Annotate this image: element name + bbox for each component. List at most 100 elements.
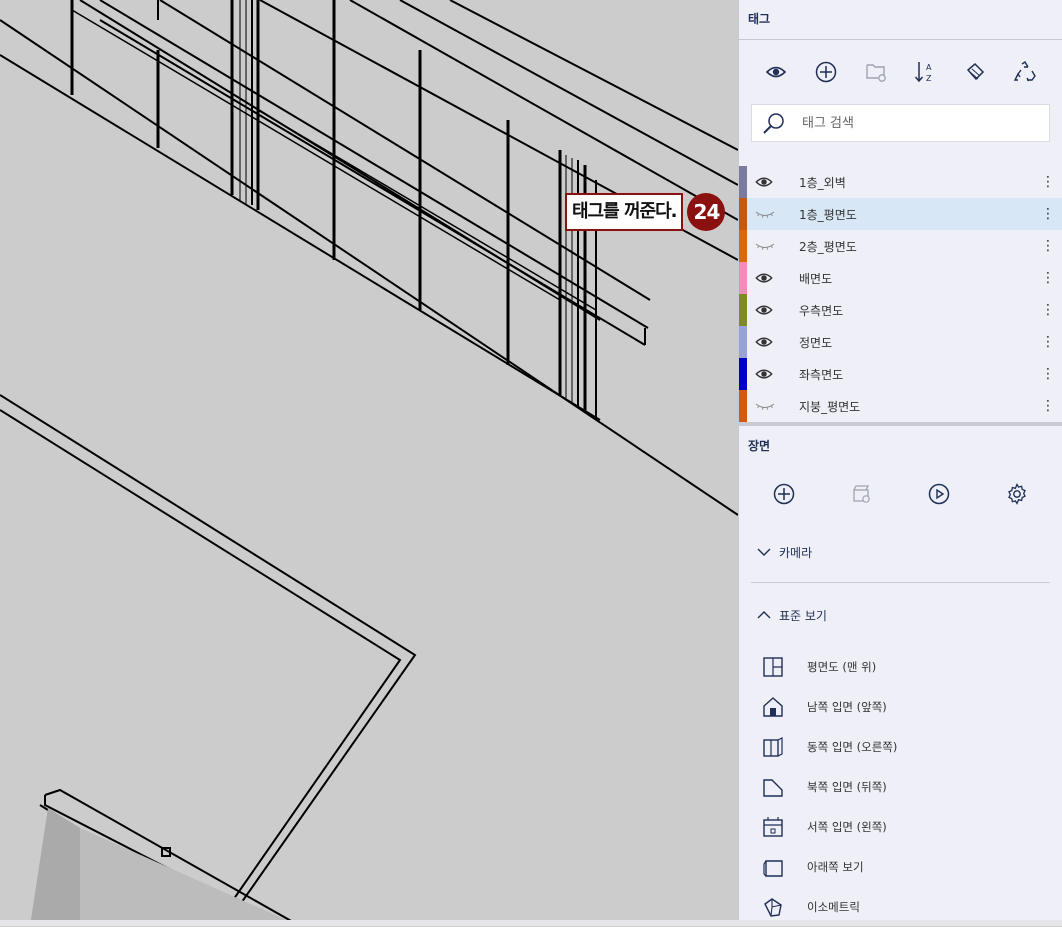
tag-search-box[interactable] bbox=[751, 104, 1050, 142]
tag-more-button[interactable]: ⋮ bbox=[1038, 398, 1058, 414]
tag-label: 지붕_평면도 bbox=[799, 399, 861, 414]
tag-visibility-toggle[interactable] bbox=[755, 336, 781, 348]
visibility-toggle-button[interactable] bbox=[762, 58, 790, 86]
group-divider bbox=[751, 582, 1050, 583]
tag-label: 정면도 bbox=[799, 335, 833, 350]
tag-color-swatch[interactable] bbox=[739, 230, 747, 262]
standard-view-item[interactable]: 아래쪽 보기 bbox=[739, 847, 1062, 887]
tag-label: 배면도 bbox=[799, 271, 833, 286]
standard-view-label: 평면도 (맨 위) bbox=[807, 660, 877, 674]
standard-view-item[interactable]: 서쪽 입면 (왼쪽) bbox=[739, 807, 1062, 847]
3d-viewport[interactable]: 태그를 꺼준다. 24 bbox=[0, 0, 738, 926]
chevron-up-icon bbox=[757, 611, 771, 619]
standard-views-list: 평면도 (맨 위) 남쪽 입면 (앞쪽) 동쪽 입면 (오른쪽) 북쪽 입면 (뒤쪽)… bbox=[739, 647, 1062, 927]
paint-bucket-icon bbox=[967, 62, 985, 81]
tag-more-button[interactable]: ⋮ bbox=[1038, 238, 1058, 254]
tag-color-swatch[interactable] bbox=[739, 198, 747, 230]
standard-view-item[interactable]: 남쪽 입면 (앞쪽) bbox=[739, 687, 1062, 727]
standard-view-item[interactable]: 평면도 (맨 위) bbox=[739, 647, 1062, 687]
eye-closed-icon bbox=[755, 243, 775, 250]
standard-view-label: 서쪽 입면 (왼쪽) bbox=[807, 820, 887, 834]
eye-closed-icon bbox=[755, 211, 775, 218]
search-icon bbox=[763, 113, 784, 134]
plus-circle-icon bbox=[773, 483, 795, 505]
tag-more-button[interactable]: ⋮ bbox=[1038, 366, 1058, 382]
tag-color-swatch[interactable] bbox=[739, 294, 747, 326]
camera-group-toggle[interactable]: 카메라 bbox=[739, 534, 1062, 570]
tag-visibility-toggle[interactable] bbox=[755, 401, 781, 411]
eye-icon bbox=[755, 337, 773, 347]
tag-color-swatch[interactable] bbox=[739, 262, 747, 294]
tag-row[interactable]: 정면도 ⋮ bbox=[739, 326, 1062, 358]
tag-search-input[interactable] bbox=[800, 114, 1034, 132]
sort-button[interactable]: AZ bbox=[911, 58, 939, 86]
eye-icon bbox=[755, 369, 773, 379]
add-tag-button[interactable] bbox=[812, 58, 840, 86]
model-drawing bbox=[0, 0, 738, 926]
west-elevation-icon bbox=[761, 815, 785, 839]
add-folder-button[interactable] bbox=[862, 58, 890, 86]
standard-views-group-label: 표준 보기 bbox=[779, 608, 827, 623]
tag-visibility-toggle[interactable] bbox=[755, 241, 781, 251]
standard-view-label: 남쪽 입면 (앞쪽) bbox=[807, 700, 887, 714]
tag-visibility-toggle[interactable] bbox=[755, 209, 781, 219]
purge-tags-button[interactable] bbox=[1011, 58, 1039, 86]
tag-more-button[interactable]: ⋮ bbox=[1038, 270, 1058, 286]
standard-view-label: 아래쪽 보기 bbox=[807, 860, 864, 874]
tag-row[interactable]: 지붕_평면도 ⋮ bbox=[739, 390, 1062, 422]
update-scene-button[interactable] bbox=[848, 480, 876, 508]
standard-view-label: 북쪽 입면 (뒤쪽) bbox=[807, 780, 887, 794]
tag-label: 좌측면도 bbox=[799, 367, 844, 382]
tag-label: 1층_외벽 bbox=[799, 175, 846, 190]
tag-row[interactable]: 우측면도 ⋮ bbox=[739, 294, 1062, 326]
tag-more-button[interactable]: ⋮ bbox=[1038, 206, 1058, 222]
tag-more-button[interactable]: ⋮ bbox=[1038, 334, 1058, 350]
tag-row[interactable]: 1층_외벽 ⋮ bbox=[739, 166, 1062, 198]
tag-visibility-toggle[interactable] bbox=[755, 368, 781, 380]
plus-circle-icon bbox=[815, 61, 836, 83]
add-scene-button[interactable] bbox=[770, 480, 798, 508]
eye-icon bbox=[755, 305, 773, 315]
tag-row[interactable]: 좌측면도 ⋮ bbox=[739, 358, 1062, 390]
bottom-view-icon bbox=[761, 855, 785, 879]
folder-add-icon bbox=[865, 64, 886, 82]
svg-text:A: A bbox=[926, 63, 932, 72]
tag-visibility-toggle[interactable] bbox=[755, 176, 781, 188]
svg-text:Z: Z bbox=[926, 74, 932, 83]
sort-az-icon: AZ bbox=[915, 62, 932, 83]
tag-color-swatch[interactable] bbox=[739, 358, 747, 390]
color-by-tag-button[interactable] bbox=[961, 58, 989, 86]
scenes-header: 장면 bbox=[748, 439, 771, 453]
scene-settings-button[interactable] bbox=[1003, 480, 1031, 508]
tag-color-swatch[interactable] bbox=[739, 326, 747, 358]
tag-row[interactable]: 1층_평면도 ⋮ bbox=[739, 198, 1062, 230]
bottom-edge bbox=[0, 920, 1062, 926]
tag-label: 1층_평면도 bbox=[799, 207, 857, 222]
tag-label: 우측면도 bbox=[799, 303, 844, 318]
south-elevation-icon bbox=[761, 695, 785, 719]
tag-visibility-toggle[interactable] bbox=[755, 272, 781, 284]
tag-list: 1층_외벽 ⋮ 1층_평면도 ⋮ 2층_평면도 ⋮ 배면도 ⋮ 우측면도 ⋮ 정면도 ⋮ 좌측면도 ⋮ 지붕… bbox=[739, 166, 1062, 422]
tag-more-button[interactable]: ⋮ bbox=[1038, 174, 1058, 190]
standard-views-group-toggle[interactable]: 표준 보기 bbox=[739, 597, 1062, 633]
play-animation-button[interactable] bbox=[925, 480, 953, 508]
north-elevation-icon bbox=[761, 775, 785, 799]
standard-view-label: 이소메트릭 bbox=[807, 900, 860, 914]
tag-more-button[interactable]: ⋮ bbox=[1038, 302, 1058, 318]
play-circle-icon bbox=[929, 483, 950, 505]
tag-row[interactable]: 배면도 ⋮ bbox=[739, 262, 1062, 294]
tag-color-swatch[interactable] bbox=[739, 166, 747, 198]
standard-view-item[interactable]: 동쪽 입면 (오른쪽) bbox=[739, 727, 1062, 767]
standard-view-item[interactable]: 북쪽 입면 (뒤쪽) bbox=[739, 767, 1062, 807]
isometric-icon bbox=[761, 895, 785, 919]
tag-label: 2층_평면도 bbox=[799, 239, 857, 254]
tag-visibility-toggle[interactable] bbox=[755, 304, 781, 316]
callout-text: 태그를 꺼준다. bbox=[565, 193, 684, 231]
callout-step-number: 24 bbox=[687, 193, 726, 231]
tags-toolbar: AZ bbox=[739, 40, 1062, 104]
chevron-down-icon bbox=[757, 548, 771, 556]
side-panel: 태그 AZ 1층_외벽⋮1층_평면도⋮2층_평면도⋮배면도⋮우측면도⋮정면도⋮좌… bbox=[738, 0, 1062, 926]
eye-icon bbox=[755, 273, 773, 283]
tag-row[interactable]: 2층_평면도 ⋮ bbox=[739, 230, 1062, 262]
tag-color-swatch[interactable] bbox=[739, 390, 747, 422]
